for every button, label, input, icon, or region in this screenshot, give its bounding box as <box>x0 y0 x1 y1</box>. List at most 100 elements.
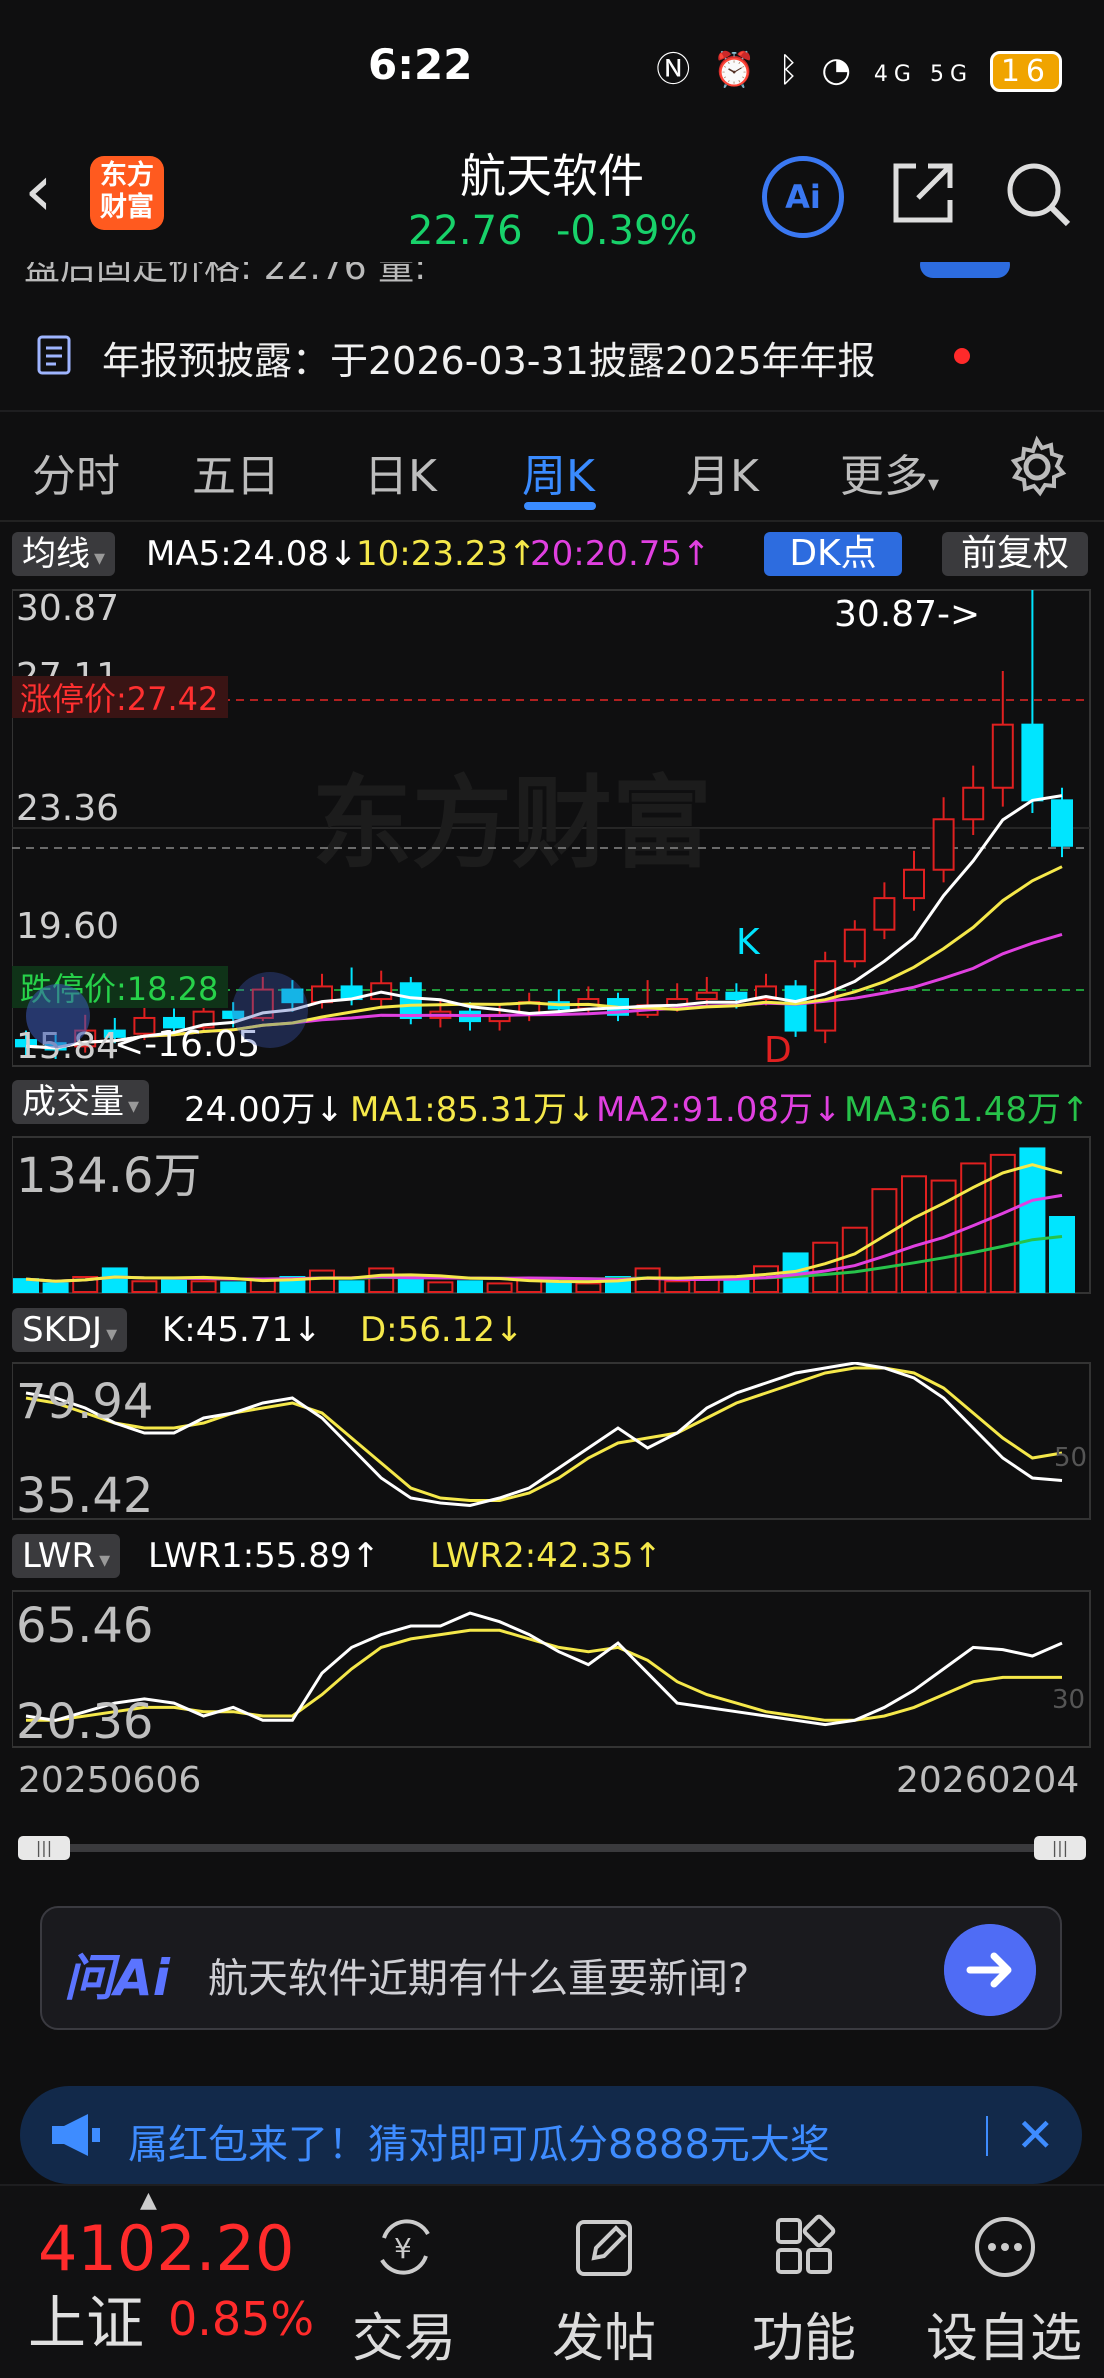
lwr2-value: LWR2:42.35↑ <box>430 1536 662 1576</box>
y-label-3: 23.36 <box>16 788 119 829</box>
ma20-value: 20:20.75↑ <box>530 534 711 574</box>
candle <box>784 985 807 1032</box>
volume-bar <box>101 1267 128 1294</box>
active-tab-indicator <box>524 502 596 510</box>
volume-bar <box>457 1280 483 1294</box>
promo-separator <box>986 2116 988 2156</box>
vol-ma2-line <box>25 1193 1063 1283</box>
slider-right-handle[interactable]: ||| <box>1034 1836 1086 1860</box>
vol-ma2-value: MA2:91.08万↓ <box>596 1090 842 1130</box>
nav-add-watchlist-label: 设自选 <box>925 2309 1082 2369</box>
adjust-button[interactable]: 前复权 <box>942 532 1088 576</box>
volume-chart[interactable]: 134.6万 <box>12 1136 1092 1294</box>
candle <box>991 723 1014 789</box>
floating-ai-ball-2[interactable] <box>232 972 308 1048</box>
floating-ai-ball[interactable] <box>26 984 90 1048</box>
period-tabs: 分时 五日 日K 周K 月K 更多▾ <box>0 410 1104 522</box>
volume-bar <box>190 1280 217 1294</box>
lwr-chart[interactable]: 65.46 20.36 30 <box>12 1590 1092 1748</box>
range-slider[interactable]: ||| ||| <box>18 1836 1086 1860</box>
dropdown-icon: ▾ <box>928 472 940 497</box>
nav-post[interactable]: 发帖 <box>514 2186 694 2376</box>
candle <box>399 982 422 1019</box>
promo-banner[interactable]: 属红包来了！猜对即可瓜分8888元大奖 ✕ <box>20 2086 1082 2184</box>
date-start: 20250606 <box>18 1760 202 1801</box>
skdj-chart[interactable]: 79.94 35.42 50 <box>12 1362 1092 1520</box>
volume-bar <box>42 1282 69 1294</box>
signal-icon: 4G 5G <box>873 62 973 87</box>
ask-ai-box[interactable]: 问Ai 航天软件近期有什么重要新闻? <box>40 1906 1062 2030</box>
candle <box>725 991 748 1001</box>
lwr-selector[interactable]: LWR ▾ <box>12 1534 121 1578</box>
svg-text:¥: ¥ <box>394 2232 412 2265</box>
close-icon[interactable]: ✕ <box>1016 2108 1055 2162</box>
slider-left-handle[interactable]: ||| <box>18 1836 70 1860</box>
volume-bar <box>427 1281 454 1294</box>
volume-bar <box>1019 1147 1046 1293</box>
volume-bar <box>338 1280 365 1294</box>
scrolled-info-row: 盘后固定价格: 22.76 量: <box>0 262 1104 282</box>
skdj-selector[interactable]: SKDJ ▾ <box>12 1308 128 1352</box>
volume-indicator-row: 成交量 ▾ 24.00万↓ MA1:85.31万↓ MA2:91.08万↓ MA3… <box>0 1076 1104 1130</box>
volume-selector-label: 成交量 <box>22 1082 124 1122</box>
ma-selector[interactable]: 均线 ▾ <box>12 532 116 576</box>
status-icons: Ⓝ ⏰ ᛒ ◔ 4G 5G 16 <box>656 42 1062 92</box>
lwr-selector-label: LWR <box>22 1536 96 1576</box>
stock-price: 22.76 <box>408 208 523 254</box>
skdj-indicator-row: SKDJ ▾ K:45.71↓ D:56.12↓ <box>0 1304 1104 1354</box>
kline-chart[interactable]: 东方财富 30.87 27.11 涨停价:27.42 23.36 19.60 跌… <box>12 588 1092 1068</box>
share-icon[interactable] <box>888 158 958 228</box>
candle <box>695 991 718 1001</box>
notice-bar[interactable]: 年报预披露：于2026-03-31披露2025年年报 <box>0 300 1104 412</box>
vol-ma3-line <box>25 1235 1063 1283</box>
nav-add-watchlist[interactable]: 设自选 <box>914 2186 1094 2376</box>
ask-ai-question[interactable]: 航天软件近期有什么重要新闻? <box>208 1946 749 2004</box>
skdj-k-value: K:45.71↓ <box>162 1310 322 1350</box>
tab-intraday[interactable]: 分时 <box>32 440 120 504</box>
d-marker: D <box>764 1030 792 1068</box>
ai-button[interactable]: Ai <box>762 156 844 238</box>
yen-refresh-icon: ¥ <box>380 2219 430 2275</box>
nav-trade-label: 交易 <box>351 2309 456 2369</box>
volume-bar <box>368 1267 395 1294</box>
bluetooth-icon: ᛒ <box>778 50 805 90</box>
dk-point-button[interactable]: DK点 <box>764 532 902 576</box>
arrow-right-icon[interactable] <box>944 1924 1036 2016</box>
unread-dot <box>954 348 970 364</box>
nav-functions[interactable]: 功能 <box>714 2186 894 2376</box>
tab-daily-k[interactable]: 日K <box>364 440 437 504</box>
candle <box>843 928 866 963</box>
lwr1-value: LWR1:55.89↑ <box>148 1536 380 1576</box>
volume-bar <box>161 1278 187 1293</box>
volume-selector[interactable]: 成交量 ▾ <box>12 1080 150 1124</box>
index-ticker[interactable]: ▲ 4102.20 上证 0.85% <box>0 2186 320 2376</box>
tab-more[interactable]: 更多▾ <box>840 440 939 504</box>
volume-bar <box>309 1269 335 1293</box>
gear-icon[interactable] <box>1004 434 1070 500</box>
toggle-switch[interactable] <box>920 262 1010 278</box>
vol-ma3-value: MA3:61.48万↑ <box>844 1090 1090 1130</box>
megaphone-icon <box>52 2114 100 2156</box>
edit-icon <box>576 2220 632 2276</box>
stock-header: ‹ 东方 财富 航天软件 22.76 -0.39% Ai <box>0 130 1104 260</box>
volume-bar <box>901 1175 927 1293</box>
nav-trade[interactable]: ¥ 交易 <box>314 2186 494 2376</box>
volume-bar <box>723 1278 750 1293</box>
chart-border <box>12 1590 1091 1748</box>
nav-post-label: 发帖 <box>551 2309 656 2369</box>
watermark: 东方财富 <box>312 765 712 882</box>
tab-monthly-k[interactable]: 月K <box>686 440 759 504</box>
vol-ma1-value: MA1:85.31万↓ <box>350 1090 596 1130</box>
search-icon[interactable] <box>1002 158 1074 230</box>
dropdown-icon: ▾ <box>99 1548 111 1573</box>
ask-ai-brand: 问Ai <box>64 1949 170 2007</box>
document-icon <box>37 335 71 375</box>
status-bar: 6:22 Ⓝ ⏰ ᛒ ◔ 4G 5G 16 <box>0 0 1104 130</box>
tab-five-day[interactable]: 五日 <box>192 440 280 504</box>
volume-bar <box>131 1280 158 1294</box>
skdj-y-label-top: 79.94 <box>16 1374 153 1430</box>
vol-y-label: 134.6万 <box>16 1148 201 1204</box>
lwr-ref-label: 30 <box>1052 1685 1085 1715</box>
tab-weekly-k[interactable]: 周K <box>522 440 595 504</box>
k-marker: K <box>736 922 761 963</box>
